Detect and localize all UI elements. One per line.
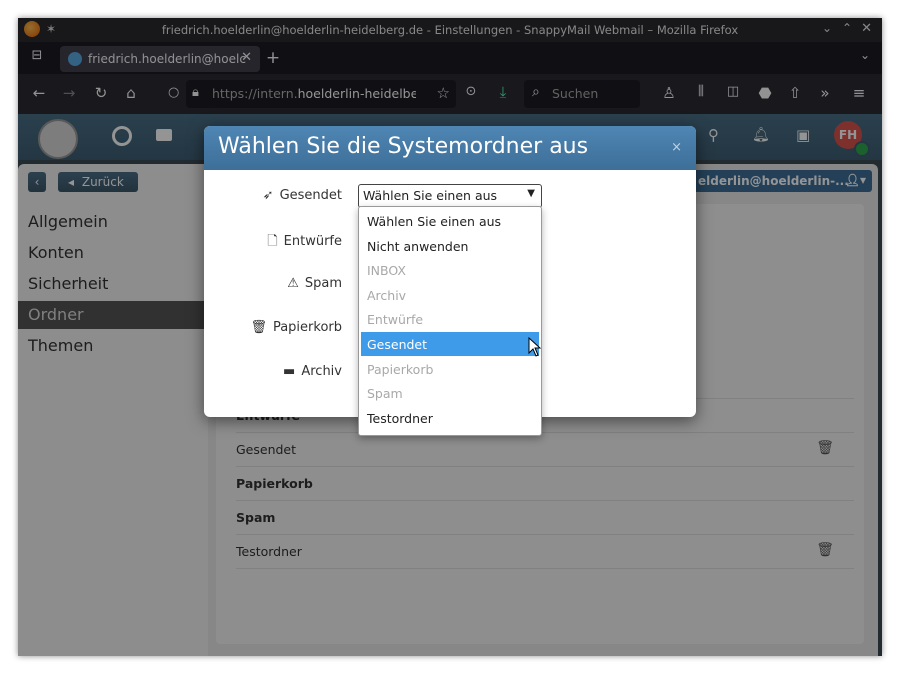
dropdown-option: Spam — [359, 381, 541, 405]
dropdown-option-label: Spam — [367, 386, 403, 402]
dropdown-option-label: Papierkorb — [367, 361, 434, 377]
dropdown-option: Entwürfe — [359, 307, 541, 331]
dropdown-option[interactable]: Gesendet — [361, 332, 539, 356]
field-label-text: Gesendet — [279, 188, 342, 203]
trash-icon: 🗑︎ — [250, 320, 267, 335]
dropdown-option-label: Nicht anwenden — [367, 238, 469, 254]
dropdown-option-label: Archiv — [367, 287, 407, 303]
sent-folder-select[interactable]: Wählen Sie einen aus ▼ — [358, 184, 542, 208]
dropdown-option[interactable]: Wählen Sie einen aus — [359, 209, 541, 233]
field-label-text: Archiv — [301, 364, 342, 379]
dropdown-option-label: Gesendet — [367, 337, 428, 352]
field-label: ▬ Archiv — [212, 364, 342, 379]
dropdown-option[interactable]: Testordner — [359, 406, 541, 430]
chevron-down-icon: ▼ — [527, 188, 535, 199]
dropdown-option: Archiv — [359, 283, 541, 307]
dropdown-option: Papierkorb — [359, 357, 541, 381]
close-icon[interactable]: × — [671, 140, 682, 155]
archive-icon: ▬ — [283, 364, 296, 379]
field-label-text: Spam — [304, 276, 342, 291]
warning-icon: ⚠ — [287, 276, 299, 291]
firefox-window: ✶ friedrich.hoelderlin@hoelderlin-heidel… — [18, 18, 882, 656]
dropdown-option[interactable]: Nicht anwenden — [359, 234, 541, 258]
field-label: 🗑︎ Papierkorb — [212, 320, 342, 335]
dropdown-option-label: INBOX — [367, 263, 406, 279]
field-label: ➶ Gesendet — [212, 188, 342, 203]
send-icon: ➶ — [262, 188, 274, 203]
dropdown-option: INBOX — [359, 258, 541, 282]
select-value: Wählen Sie einen aus — [363, 188, 498, 203]
dialog-title: Wählen Sie die Systemordner aus — [218, 134, 589, 159]
field-label: ⚠ Spam — [212, 276, 342, 291]
mouse-cursor-icon — [528, 337, 542, 357]
dropdown-option-label: Wählen Sie einen aus — [367, 214, 502, 229]
file-icon: 🗋︎ — [267, 234, 278, 249]
field-label-text: Papierkorb — [272, 320, 342, 335]
sent-folder-options: Wählen Sie einen aus Nicht anwenden INBOX A… — [358, 206, 542, 436]
dialog-header: Wählen Sie die Systemordner aus × — [204, 126, 696, 170]
dropdown-option-label: Entwürfe — [367, 312, 424, 328]
field-label-text: Entwürfe — [283, 234, 342, 249]
dropdown-option-label: Testordner — [367, 410, 433, 426]
field-label: 🗋︎ Entwürfe — [212, 232, 342, 254]
